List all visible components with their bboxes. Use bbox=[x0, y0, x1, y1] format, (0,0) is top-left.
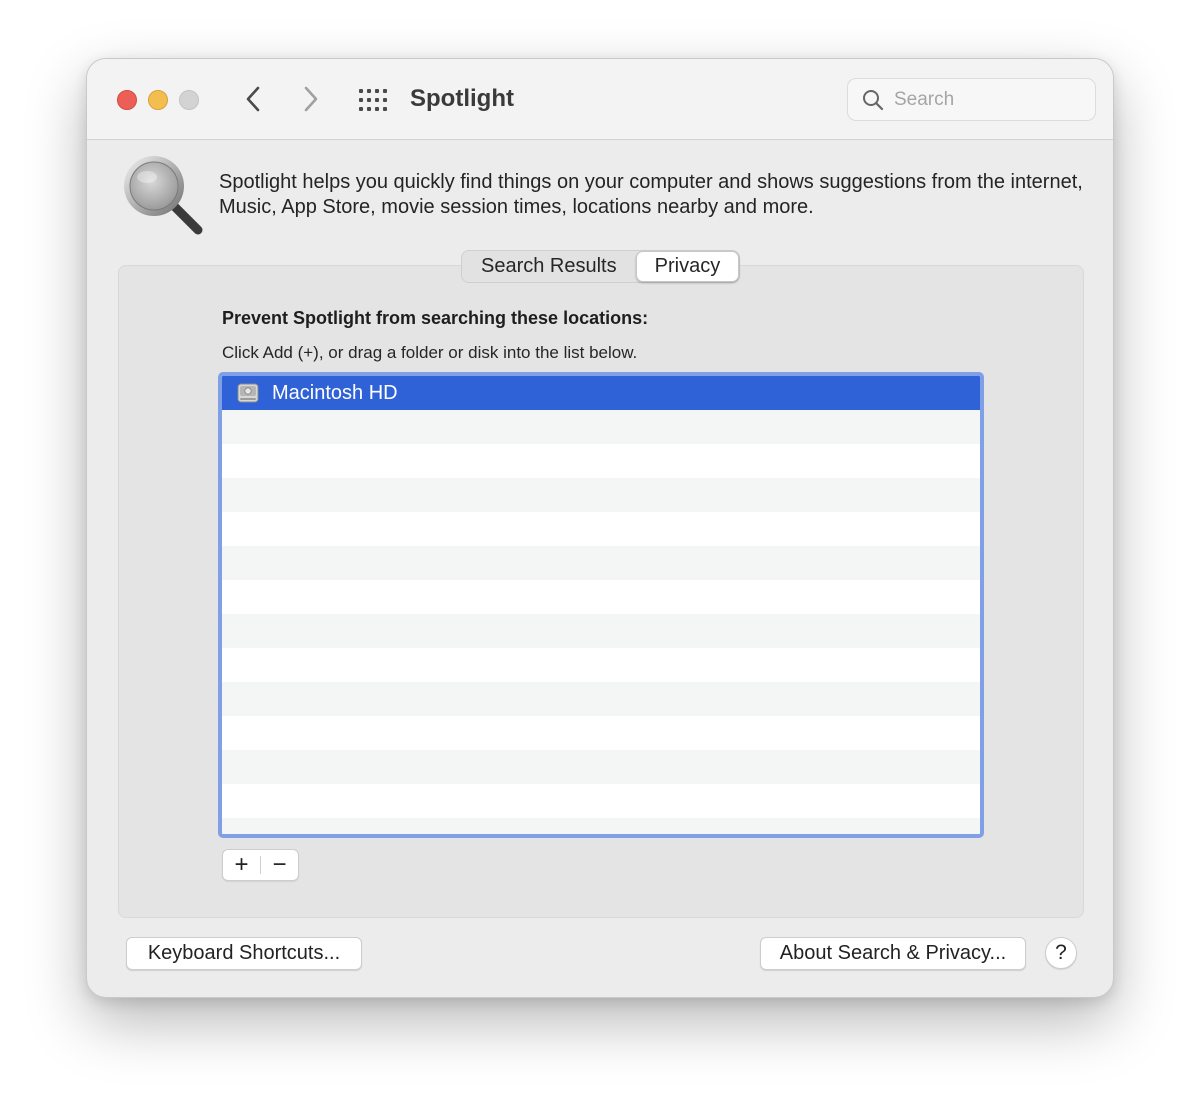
tab-privacy[interactable]: Privacy bbox=[635, 251, 740, 282]
add-remove-control: + − bbox=[222, 849, 299, 881]
forward-button[interactable] bbox=[293, 81, 329, 117]
empty-row bbox=[222, 546, 980, 580]
empty-row bbox=[222, 478, 980, 512]
keyboard-shortcuts-button[interactable]: Keyboard Shortcuts... bbox=[126, 937, 362, 970]
empty-row bbox=[222, 580, 980, 614]
grid-icon bbox=[359, 89, 387, 111]
tab-bar: Search Results Privacy bbox=[461, 250, 741, 283]
preferences-window: Spotlight Search Spotlight helps you qui… bbox=[86, 58, 1114, 998]
search-icon bbox=[863, 89, 884, 110]
back-button[interactable] bbox=[235, 81, 271, 117]
intro-description: Spotlight helps you quickly find things … bbox=[219, 171, 1083, 218]
spotlight-magnifier-icon bbox=[119, 151, 205, 237]
empty-row bbox=[222, 716, 980, 750]
empty-row bbox=[222, 784, 980, 818]
search-input[interactable] bbox=[894, 88, 1074, 111]
show-all-button[interactable] bbox=[353, 83, 393, 117]
empty-row bbox=[222, 750, 980, 784]
about-search-privacy-button[interactable]: About Search & Privacy... bbox=[760, 937, 1026, 970]
empty-row bbox=[222, 410, 980, 444]
list-item[interactable]: Macintosh HD bbox=[222, 376, 980, 410]
help-button[interactable]: ? bbox=[1045, 937, 1077, 969]
privacy-heading: Prevent Spotlight from searching these l… bbox=[222, 308, 649, 328]
empty-row bbox=[222, 648, 980, 682]
privacy-help-text: Click Add (+), or drag a folder or disk … bbox=[222, 343, 638, 362]
empty-row bbox=[222, 444, 980, 478]
forward-chevron-icon bbox=[304, 86, 318, 112]
list-rows: Macintosh HD bbox=[222, 376, 980, 834]
add-location-button[interactable]: + bbox=[223, 850, 260, 880]
empty-row bbox=[222, 512, 980, 546]
tab-search-results[interactable]: Search Results bbox=[462, 251, 636, 282]
excluded-locations-list[interactable]: Macintosh HD bbox=[218, 372, 984, 838]
empty-row bbox=[222, 614, 980, 648]
zoom-window-button[interactable] bbox=[179, 90, 199, 110]
back-chevron-icon bbox=[246, 86, 260, 112]
empty-row bbox=[222, 818, 980, 834]
empty-row bbox=[222, 682, 980, 716]
search-box[interactable] bbox=[847, 78, 1096, 121]
title-bar: Spotlight bbox=[87, 59, 1113, 140]
close-window-button[interactable] bbox=[117, 90, 137, 110]
list-item-label: Macintosh HD bbox=[272, 381, 398, 404]
window-title: Spotlight bbox=[410, 85, 514, 112]
remove-location-button[interactable]: − bbox=[261, 850, 298, 880]
hard-disk-icon bbox=[237, 383, 259, 403]
minimize-window-button[interactable] bbox=[148, 90, 168, 110]
